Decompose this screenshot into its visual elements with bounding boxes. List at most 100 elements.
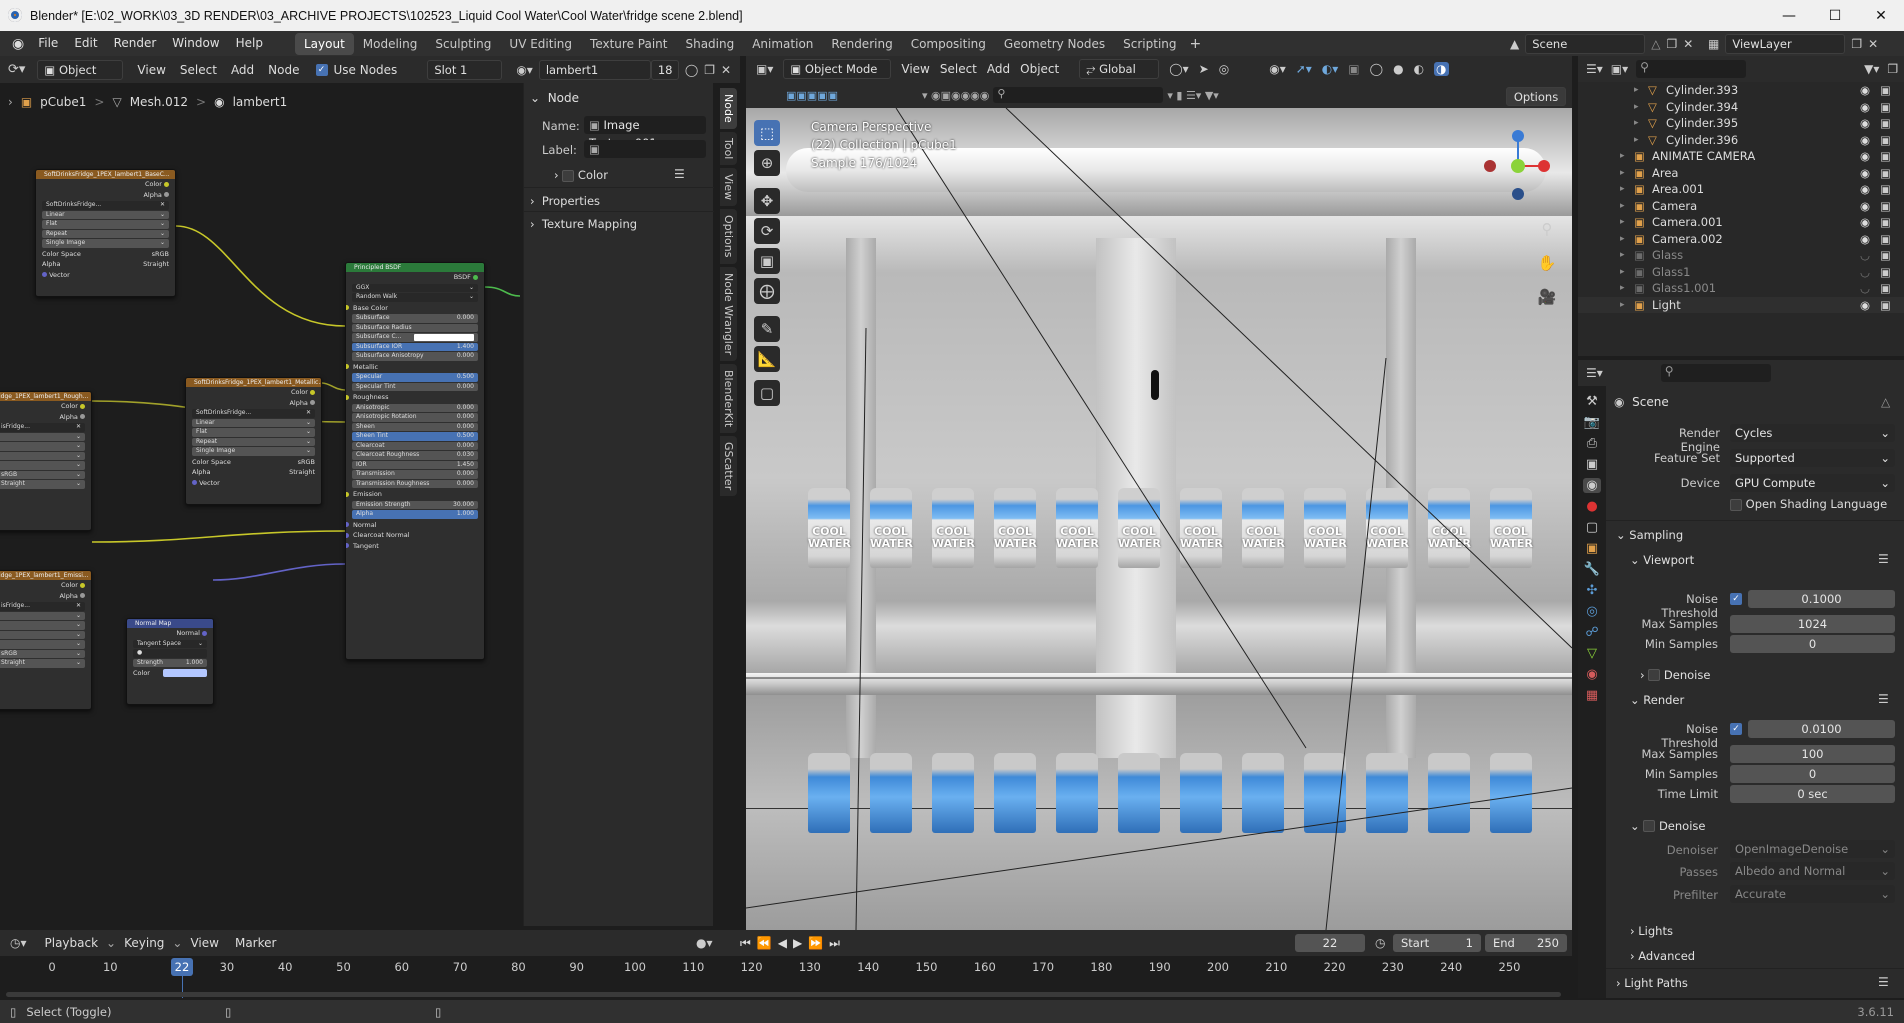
tab-geometry-nodes[interactable]: Geometry Nodes — [995, 33, 1114, 55]
outliner-item[interactable]: ▸ ▣ Light ◉ ▣ — [1578, 296, 1904, 313]
normal-map-node[interactable]: Normal Map Normal Tangent Space ⌄ ● Stren… — [126, 618, 214, 705]
bsdf-input-row[interactable]: Anisotropic Rotation 0.000 — [352, 413, 478, 422]
menu-select[interactable]: Select — [940, 62, 977, 76]
properties-search-field[interactable]: ⚲ — [1660, 364, 1771, 382]
render-denoise-subpanel[interactable]: ⌄ Denoise — [1630, 816, 1705, 836]
lights-subpanel[interactable]: › Lights — [1630, 921, 1673, 941]
tab-animation[interactable]: Animation — [743, 33, 822, 55]
render-camera-icon[interactable]: ▣ — [1880, 166, 1891, 180]
pin-icon[interactable]: △ — [1651, 37, 1660, 51]
outliner-item[interactable]: ▸ ▽ Cylinder.393 ◉ ▣ — [1578, 82, 1904, 99]
render-camera-icon[interactable]: ▣ — [1880, 215, 1891, 229]
vp-min-samples-field[interactable]: 0 — [1730, 635, 1895, 653]
render-camera-icon[interactable]: ▣ — [1880, 149, 1891, 163]
new-scene-icon[interactable]: ❐ — [1666, 37, 1677, 51]
bsdf-input-row[interactable]: Metallic — [346, 362, 484, 373]
shading-solid-icon[interactable]: ● — [1393, 62, 1403, 76]
shading-rendered-icon[interactable]: ◑ — [1434, 62, 1449, 76]
material-tab-icon[interactable]: ◉ — [1586, 667, 1597, 682]
menu-view[interactable]: View — [190, 936, 218, 950]
orientation-dropdown[interactable]: ⥂ Global — [1079, 59, 1160, 79]
new-collection-icon[interactable]: ❐ — [1887, 62, 1898, 76]
visibility-eye-icon[interactable]: ◉ — [1860, 232, 1870, 246]
denoiser-dropdown[interactable]: OpenImageDenoise ⌄ — [1730, 840, 1895, 858]
visibility-eye-icon[interactable]: ◉ — [1860, 199, 1870, 213]
scene-icon[interactable]: ▲ — [1510, 37, 1519, 51]
visibility-eye-icon[interactable]: ◉ — [1860, 182, 1870, 196]
material-users-count[interactable]: 18 — [650, 59, 679, 80]
node-label-field[interactable]: ▣ — [584, 140, 706, 158]
start-frame-field[interactable]: Start 1 — [1393, 934, 1481, 952]
menu-keying[interactable]: Keying — [124, 936, 164, 950]
visibility-icon[interactable]: ◉▾ — [1269, 62, 1286, 76]
outliner-item[interactable]: ▸ ▣ Camera ◉ ▣ — [1578, 198, 1904, 215]
bsdf-input-row[interactable]: Anisotropic 0.000 — [352, 403, 478, 412]
editor-type-icon[interactable]: ▣▾ — [756, 62, 773, 76]
visibility-eye-icon[interactable]: ◉ — [1860, 215, 1870, 229]
scale-tool-icon[interactable]: ▣ — [754, 248, 780, 274]
sidebar-tab-node-wrangler[interactable]: Node Wrangler — [720, 266, 737, 361]
texture-mapping-subpanel[interactable]: › Texture Mapping — [530, 217, 637, 231]
color-list-icon[interactable]: ☰ — [674, 167, 685, 181]
projection-field[interactable]: Flat ⌄ — [42, 220, 169, 229]
color-subpanel[interactable]: › Color — [554, 168, 608, 182]
r-max-samples-field[interactable]: 100 — [1730, 745, 1895, 763]
duplicate-material-icon[interactable]: ❐ — [704, 63, 715, 77]
outliner-search-field[interactable]: ⚲ — [1636, 60, 1747, 78]
sidebar-tab-view[interactable]: View — [720, 168, 737, 207]
tab-rendering[interactable]: Rendering — [822, 33, 901, 55]
editor-type-icon[interactable]: ◷▾ — [10, 936, 27, 950]
render-camera-icon[interactable]: ▣ — [1880, 83, 1891, 97]
outliner-item[interactable]: ▸ ▽ Cylinder.394 ◉ ▣ — [1578, 99, 1904, 116]
light-paths-panel[interactable]: › Light Paths — [1616, 973, 1688, 993]
tool-tab-icon[interactable]: ⚒ — [1586, 394, 1598, 409]
collection-tab-icon[interactable]: ▢ — [1586, 520, 1598, 535]
source-field[interactable]: Single Image ⌄ — [42, 239, 169, 248]
sidebar-tab-gscatter[interactable]: GScatter — [720, 436, 737, 497]
menu-file[interactable]: File — [30, 31, 66, 56]
tab-compositing[interactable]: Compositing — [902, 33, 995, 55]
render-tab-icon[interactable]: 📷 — [1584, 415, 1600, 430]
filter-icon[interactable]: ▼▾ — [1864, 62, 1879, 76]
world-tab-icon[interactable]: ● — [1586, 499, 1597, 514]
bsdf-input-row[interactable]: Sheen 0.000 — [352, 422, 478, 431]
visibility-eye-icon[interactable]: ◉ — [1860, 83, 1870, 97]
sidebar-tab-node[interactable]: Node — [720, 88, 737, 129]
menu-window[interactable]: Window — [164, 31, 227, 56]
tab-layout[interactable]: Layout — [294, 32, 354, 55]
visibility-eye-icon[interactable]: ◉ — [1860, 149, 1870, 163]
bsdf-input-row[interactable]: Transmission 0.000 — [352, 470, 478, 479]
r-noise-threshold-field[interactable]: 0.0100 — [1748, 720, 1895, 738]
render-camera-icon[interactable]: ▣ — [1880, 298, 1891, 312]
bsdf-input-row[interactable]: Alpha 1.000 — [352, 510, 478, 519]
maximize-button[interactable]: ☐ — [1812, 0, 1858, 31]
remove-viewlayer-icon[interactable]: ✕ — [1868, 37, 1878, 51]
menu-render[interactable]: Render — [106, 31, 165, 56]
view-layer-tab-icon[interactable]: ▣ — [1586, 457, 1598, 472]
outliner-item[interactable]: ▸ ▣ ANIMATE CAMERA ◉ ▣ — [1578, 148, 1904, 165]
visibility-eye-icon[interactable]: ◉ — [1860, 298, 1870, 312]
menu-add[interactable]: Add — [987, 62, 1010, 76]
filter-icons[interactable]: ▾ ◉▣◉◉◉◉ — [922, 89, 989, 102]
source-field[interactable]: Single Image ⌄ — [192, 447, 315, 456]
device-dropdown[interactable]: GPU Compute ⌄ — [1730, 474, 1895, 492]
sampling-panel-header[interactable]: ⌄ Sampling — [1616, 525, 1683, 545]
cursor-tool-icon[interactable]: ⊕ — [754, 150, 780, 176]
projection-field[interactable]: Flat ⌄ — [192, 428, 315, 437]
object-tab-icon[interactable]: ▣ — [1586, 541, 1598, 556]
tab-shading[interactable]: Shading — [676, 33, 743, 55]
extension-field[interactable]: Repeat ⌄ — [192, 437, 315, 446]
visibility-eye-icon[interactable]: ◉ — [1860, 166, 1870, 180]
snap-icon[interactable]: ➤ — [1199, 62, 1209, 76]
fake-user-icon[interactable]: ◯ — [685, 63, 698, 77]
tab-scripting[interactable]: Scripting — [1114, 33, 1185, 55]
options-dropdown[interactable]: Options — [1506, 87, 1566, 106]
shading-material-icon[interactable]: ◐ — [1414, 62, 1424, 76]
scene-selector[interactable]: Scene — [1525, 34, 1646, 54]
render-camera-icon[interactable]: ▣ — [1880, 199, 1891, 213]
bsdf-input-row[interactable]: Specular 0.500 — [352, 373, 478, 382]
visibility-eye-icon[interactable]: ◉ — [1860, 100, 1870, 114]
render-canvas[interactable]: COOL WATER COOL WATER COOL WATER COOL WATER COOL… — [746, 108, 1572, 930]
outliner-item[interactable]: ▸ ▣ Glass1 ◡ ▣ — [1578, 264, 1904, 281]
add-workspace-button[interactable]: + — [1190, 36, 1202, 52]
